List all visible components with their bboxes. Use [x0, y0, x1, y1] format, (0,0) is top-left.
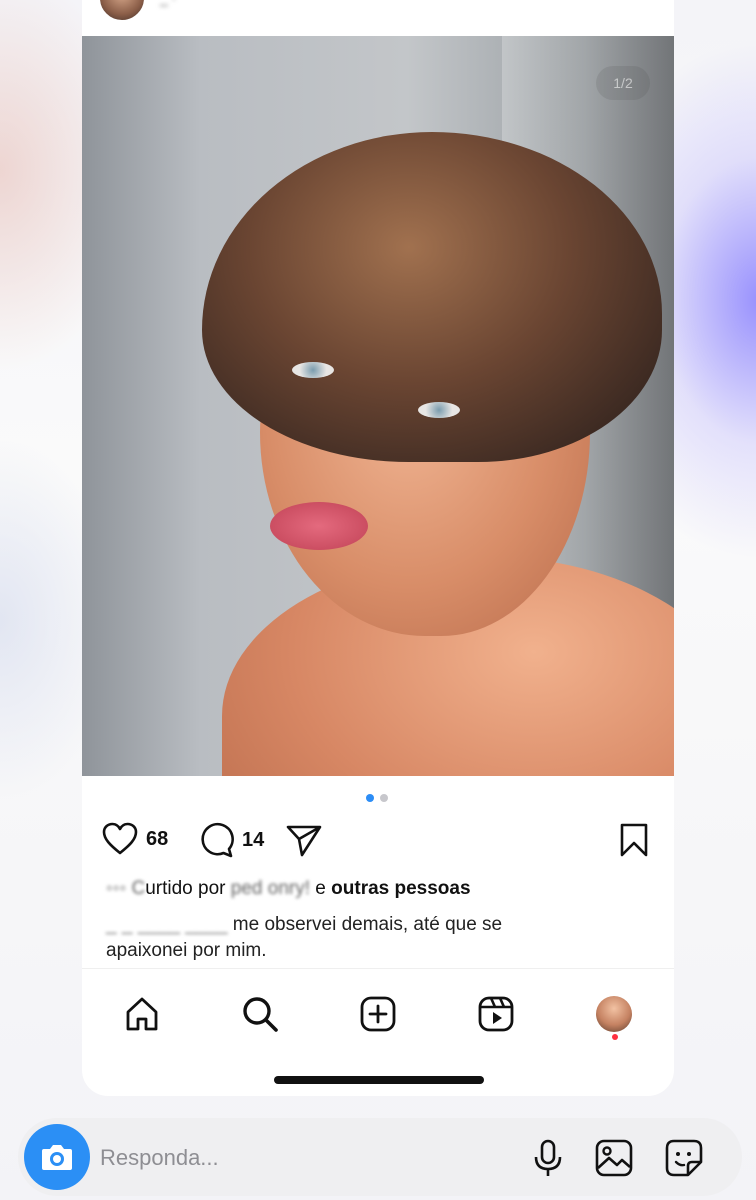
post-actions: 68 14	[102, 822, 654, 862]
likes-count: 68	[146, 827, 169, 850]
carousel-dots	[366, 794, 388, 802]
tab-create[interactable]	[356, 992, 400, 1036]
avatar	[596, 996, 632, 1032]
like-action[interactable]: 68	[102, 822, 168, 856]
search-icon	[243, 997, 278, 1032]
comment-action[interactable]: 14	[198, 822, 264, 858]
reply-bar	[18, 1118, 742, 1196]
liked-by-prefix: urtido por	[145, 878, 226, 899]
profile-notification-dot	[612, 1034, 618, 1040]
liked-by-avatars: ◦◦◦ C	[106, 878, 146, 899]
photo-lips	[270, 502, 368, 550]
heart-icon[interactable]	[102, 822, 138, 856]
microphone-button[interactable]	[528, 1138, 568, 1178]
tab-profile[interactable]	[592, 992, 636, 1036]
photo-eye-right	[418, 402, 460, 418]
save-action[interactable]	[618, 822, 650, 858]
gallery-button[interactable]	[594, 1138, 634, 1178]
home-icon	[126, 997, 158, 1031]
camera-icon	[42, 1145, 72, 1170]
post-photo[interactable]: 1/2	[82, 36, 674, 776]
plus-square-icon	[360, 996, 396, 1032]
liked-by-name[interactable]: ped onry!	[231, 878, 310, 899]
liked-by-others[interactable]: outras pessoas	[331, 878, 470, 899]
photo-eye-left	[292, 362, 334, 378]
post-caption: _ _ ____ ____ me observei demais, até qu…	[106, 912, 626, 964]
tabbar-divider	[82, 968, 674, 969]
reply-input[interactable]	[100, 1142, 480, 1174]
home-indicator	[274, 1076, 484, 1084]
send-icon[interactable]	[286, 822, 322, 858]
tab-home[interactable]	[120, 992, 164, 1036]
carousel-dot	[380, 794, 388, 802]
bottom-tab-bar	[82, 978, 674, 1048]
post-author-avatar[interactable]	[98, 0, 146, 22]
camera-button[interactable]	[24, 1124, 90, 1190]
caption-username[interactable]: _ _ ____ ____	[106, 914, 228, 935]
liked-by-line[interactable]: ◦◦◦ Curtido por ped onry! e outras pesso…	[106, 878, 471, 900]
comments-count: 14	[242, 828, 265, 851]
share-action[interactable]	[286, 822, 322, 858]
carousel-page-counter: 1/2	[596, 66, 650, 100]
bookmark-icon[interactable]	[618, 822, 650, 858]
microphone-icon	[534, 1139, 562, 1176]
post-author-name[interactable]: _ ·	[160, 0, 176, 6]
sticker-button[interactable]	[664, 1138, 704, 1178]
sticker-icon	[665, 1139, 703, 1177]
reels-icon	[478, 996, 514, 1032]
caption-text-line1: me observei demais, até que se	[232, 914, 503, 935]
liked-by-and: e	[315, 878, 326, 899]
post-card: _ · 1/2 68 14	[82, 0, 674, 1096]
caption-text-line2: apaixonei por mim.	[106, 940, 267, 961]
comment-icon[interactable]	[198, 822, 234, 858]
carousel-dot-active	[366, 794, 374, 802]
tab-reels[interactable]	[474, 992, 518, 1036]
tab-search[interactable]	[238, 992, 282, 1036]
image-icon	[595, 1139, 633, 1177]
